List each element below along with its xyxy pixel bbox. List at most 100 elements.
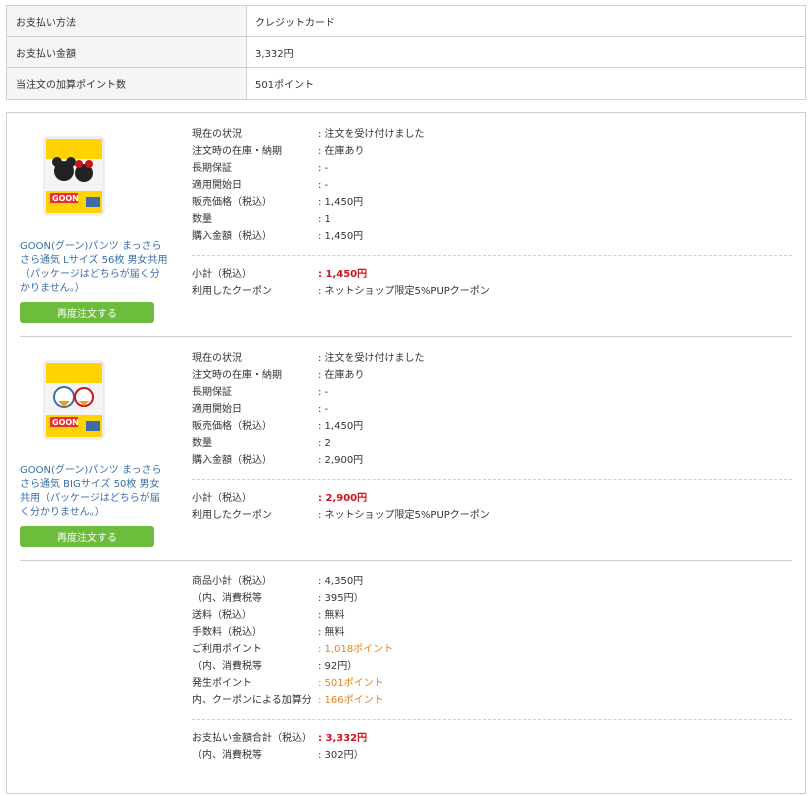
item-detail: 現在の状況 : 注文を受け付けました 注文時の在庫・納期 : 在庫あり 長期保証: … bbox=[192, 126, 792, 300]
shipping-label: 送料（税込） bbox=[192, 610, 252, 621]
detail-row: 適用開始日: - bbox=[192, 401, 792, 418]
divider bbox=[192, 719, 792, 720]
purchase-amount-value: : 1,450円 bbox=[318, 231, 364, 242]
product-name-link[interactable]: GOON(グーン)パンツ まっさらさら通気 Lサイズ 56枚 男女共用（パッケー… bbox=[20, 240, 168, 296]
start-date-value: : - bbox=[318, 180, 329, 191]
subtotal-row: 小計（税込）: 2,900円 bbox=[192, 490, 792, 507]
svg-text:GOON: GOON bbox=[52, 418, 79, 427]
price-label: 販売価格（税込） bbox=[192, 421, 272, 432]
detail-row: 長期保証 : - bbox=[192, 384, 792, 401]
order-item: GOON GOON(グーン)パンツ まっさらさら通気 BIGサイズ 50枚 男女… bbox=[20, 337, 792, 561]
subtotal-value: : 2,900円 bbox=[318, 493, 368, 504]
quantity-label: 数量 bbox=[192, 438, 212, 449]
total-tax-row: （内、消費税等: 302円） bbox=[192, 747, 792, 764]
detail-row: 購入金額（税込） : 2,900円 bbox=[192, 452, 792, 469]
coupon-label: 利用したクーポン bbox=[192, 510, 272, 521]
summary-row: （内、消費税等 : 395円） bbox=[192, 590, 792, 607]
coupon-points-value: : 166ポイント bbox=[318, 695, 384, 706]
purchase-amount-label: 購入金額（税込） bbox=[192, 231, 272, 242]
detail-row: 販売価格（税込） : 1,450円 bbox=[192, 194, 792, 211]
subtotal-row: 小計（税込）: 1,450円 bbox=[192, 266, 792, 283]
warranty-label: 長期保証 bbox=[192, 387, 232, 398]
stock-label: 注文時の在庫・納期 bbox=[192, 146, 282, 157]
detail-row: 現在の状況 : 注文を受け付けました bbox=[192, 350, 792, 367]
summary-row: 手数料（税込） : 無料 bbox=[192, 624, 792, 641]
earned-points-value: : 501ポイント bbox=[318, 678, 384, 689]
detail-row: 現在の状況 : 注文を受け付けました bbox=[192, 126, 792, 143]
used-points-value: : 1,018ポイント bbox=[318, 644, 394, 655]
coupon-points-label: 内、クーポンによる加算分 bbox=[192, 695, 312, 706]
price-value: : 1,450円 bbox=[318, 197, 364, 208]
detail-row: 数量 : 1 bbox=[192, 211, 792, 228]
status-value: : 注文を受け付けました bbox=[318, 129, 425, 140]
payment-method-value: クレジットカード bbox=[255, 17, 335, 29]
quantity-label: 数量 bbox=[192, 214, 212, 225]
goods-subtotal-label: 商品小計（税込） bbox=[192, 576, 272, 587]
status-label: 現在の状況 bbox=[192, 353, 242, 364]
points-earned-value: 501ポイント bbox=[255, 80, 315, 91]
total-row: お支払い金額合計（税込） : 3,332円 bbox=[192, 730, 792, 747]
svg-text:GOON: GOON bbox=[52, 194, 79, 203]
purchase-amount-value: : 2,900円 bbox=[318, 455, 364, 466]
purchase-amount-label: 購入金額（税込） bbox=[192, 455, 272, 466]
tax-label: （内、消費税等 bbox=[192, 593, 262, 604]
warranty-value: : - bbox=[318, 387, 329, 398]
order-item: GOON GOON(グーン)パンツ まっさらさら通気 Lサイズ 56枚 男女共用… bbox=[20, 113, 792, 337]
start-date-label: 適用開始日 bbox=[192, 180, 242, 191]
summary-row: 発生ポイント : 501ポイント bbox=[192, 675, 792, 692]
summary-row: （内、消費税等 : 92円） bbox=[192, 658, 792, 675]
reorder-button[interactable]: 再度注文する bbox=[20, 526, 154, 547]
stock-value: : 在庫あり bbox=[318, 146, 365, 157]
coupon-row: 利用したクーポン : ネットショップ限定5%PUPクーポン bbox=[192, 507, 792, 524]
tax-value: : 395円） bbox=[318, 593, 364, 604]
product-image[interactable]: GOON bbox=[30, 355, 118, 443]
total-label: お支払い金額合計（税込） bbox=[192, 733, 312, 744]
coupon-label: 利用したクーポン bbox=[192, 286, 272, 297]
summary-row: ご利用ポイント : 1,018ポイント bbox=[192, 641, 792, 658]
payment-amount-value: 3,332円 bbox=[255, 48, 294, 60]
divider bbox=[192, 255, 792, 256]
payment-method-row: お支払い方法 クレジットカード bbox=[7, 6, 805, 37]
summary-row: 送料（税込） : 無料 bbox=[192, 607, 792, 624]
stock-label: 注文時の在庫・納期 bbox=[192, 370, 282, 381]
price-value: : 1,450円 bbox=[318, 421, 364, 432]
detail-row: 購入金額（税込） : 1,450円 bbox=[192, 228, 792, 245]
quantity-value: : 1 bbox=[318, 214, 331, 225]
start-date-label: 適用開始日 bbox=[192, 404, 242, 415]
fee-value: : 無料 bbox=[318, 627, 345, 638]
shipping-value: : 無料 bbox=[318, 610, 345, 621]
payment-table: お支払い方法 クレジットカード お支払い金額 3,332円 当注文の加算ポイント… bbox=[6, 5, 806, 100]
order-summary: 商品小計（税込）: 4,350円 （内、消費税等: 395円） 送料（税込）: … bbox=[192, 573, 792, 764]
detail-row: 販売価格（税込） : 1,450円 bbox=[192, 418, 792, 435]
price-label: 販売価格（税込） bbox=[192, 197, 272, 208]
detail-row: 注文時の在庫・納期 : 在庫あり bbox=[192, 143, 792, 160]
points-tax-label: （内、消費税等 bbox=[192, 661, 262, 672]
payment-amount-label: お支払い金額 bbox=[7, 37, 247, 67]
used-points-label: ご利用ポイント bbox=[192, 644, 262, 655]
payment-amount-row: お支払い金額 3,332円 bbox=[7, 37, 805, 68]
detail-row: 数量 : 2 bbox=[192, 435, 792, 452]
detail-row: 長期保証: - bbox=[192, 160, 792, 177]
detail-row: 適用開始日 : - bbox=[192, 177, 792, 194]
payment-method-label: お支払い方法 bbox=[7, 6, 247, 36]
points-tax-value: : 92円） bbox=[318, 661, 358, 672]
reorder-button[interactable]: 再度注文する bbox=[20, 302, 154, 323]
coupon-value: : ネットショップ限定5%PUPクーポン bbox=[318, 286, 490, 297]
coupon-row: 利用したクーポン : ネットショップ限定5%PUPクーポン bbox=[192, 283, 792, 300]
summary-row: 内、クーポンによる加算分 : 166ポイント bbox=[192, 692, 792, 709]
product-name-link[interactable]: GOON(グーン)パンツ まっさらさら通気 BIGサイズ 50枚 男女共用（パッ… bbox=[20, 464, 168, 520]
item-detail: 現在の状況 : 注文を受け付けました 注文時の在庫・納期 : 在庫あり 長期保証 : … bbox=[192, 350, 792, 524]
total-value: : 3,332円 bbox=[318, 733, 368, 744]
subtotal-label: 小計（税込） bbox=[192, 269, 252, 280]
earned-points-label: 発生ポイント bbox=[192, 678, 252, 689]
status-value: : 注文を受け付けました bbox=[318, 353, 425, 364]
product-image[interactable]: GOON bbox=[30, 131, 118, 219]
status-label: 現在の状況 bbox=[192, 129, 242, 140]
quantity-value: : 2 bbox=[318, 438, 331, 449]
stock-value: : 在庫あり bbox=[318, 370, 365, 381]
coupon-value: : ネットショップ限定5%PUPクーポン bbox=[318, 510, 490, 521]
fee-label: 手数料（税込） bbox=[192, 627, 262, 638]
order-details-box: GOON GOON(グーン)パンツ まっさらさら通気 Lサイズ 56枚 男女共用… bbox=[6, 112, 806, 794]
total-tax-label: （内、消費税等 bbox=[192, 750, 262, 761]
divider bbox=[192, 479, 792, 480]
